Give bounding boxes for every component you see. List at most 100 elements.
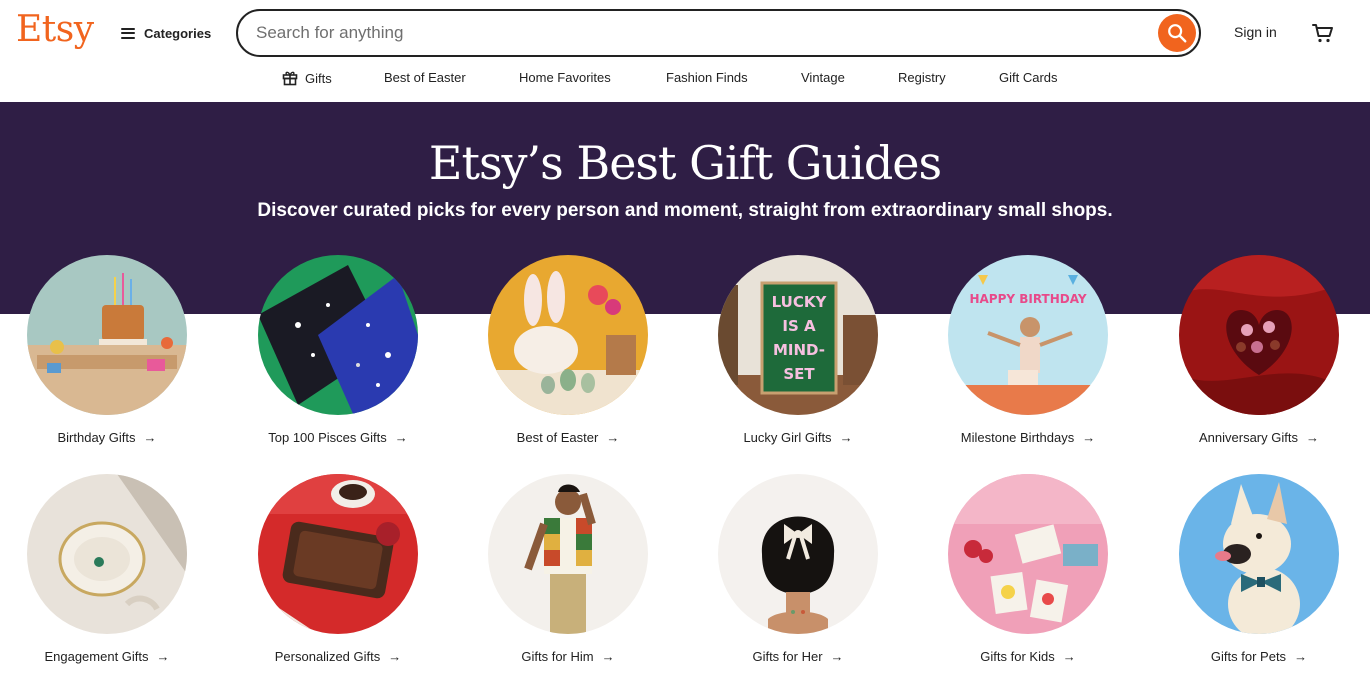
guide-image-easter[interactable] [488, 255, 648, 415]
search-icon [1168, 24, 1187, 43]
guide-link-engagement[interactable]: Engagement Gifts → [7, 649, 207, 664]
guide-label: Personalized Gifts [274, 649, 381, 664]
pisces-scarves-image [258, 255, 418, 415]
guide-link-personalized[interactable]: Personalized Gifts → [238, 649, 438, 664]
site-header: Etsy Categories Sign in Gifts B [0, 0, 1370, 102]
guide-label: Birthday Gifts [57, 430, 136, 445]
arrow-right-icon: → [1082, 430, 1096, 445]
gift-icon [282, 71, 298, 86]
guide-label: Anniversary Gifts [1199, 430, 1298, 445]
guide-link-anniversary[interactable]: Anniversary Gifts → [1159, 430, 1359, 445]
svg-text:SET: SET [783, 365, 815, 383]
guide-link-pets[interactable]: Gifts for Pets → [1159, 649, 1359, 664]
arrow-right-icon: → [830, 649, 844, 664]
menu-icon [121, 27, 135, 39]
guide-card-anniversary: Anniversary Gifts → [1159, 255, 1359, 455]
arrow-right-icon: → [388, 649, 402, 664]
guide-image-milestone[interactable]: HAPPY BIRTHDAY [948, 255, 1108, 415]
anniversary-chocolates-image [1179, 255, 1339, 415]
guide-label: Gifts for Her [752, 649, 823, 664]
guide-label: Lucky Girl Gifts [743, 430, 832, 445]
guide-card-milestone: HAPPY BIRTHDAY Milestone Birthdays → [928, 255, 1128, 455]
search-button[interactable] [1158, 14, 1196, 52]
search-input[interactable] [256, 21, 1136, 45]
guide-link-him[interactable]: Gifts for Him → [468, 649, 668, 664]
guide-card-personalized: Personalized Gifts → [238, 474, 438, 674]
subnav-item-vintage[interactable]: Vintage [801, 70, 845, 85]
guide-card-engagement: Engagement Gifts → [7, 474, 207, 674]
guide-label: Gifts for Kids [980, 649, 1055, 664]
guide-image-lucky-girl[interactable]: LUCKY IS A MIND- SET [718, 255, 878, 415]
guide-image-engagement[interactable] [27, 474, 187, 634]
svg-text:MIND-: MIND- [773, 341, 825, 359]
guide-card-easter: Best of Easter → [468, 255, 668, 455]
subnav-label: Gifts [305, 70, 332, 86]
arrow-right-icon: → [1294, 649, 1308, 664]
guide-link-kids[interactable]: Gifts for Kids → [928, 649, 1128, 664]
hero-subtitle: Discover curated picks for every person … [257, 200, 1113, 221]
subnav-item-registry[interactable]: Registry [898, 70, 946, 85]
subnav-item-gifts[interactable]: Gifts [282, 70, 332, 86]
kids-cards-image [948, 474, 1108, 634]
engagement-dish-image [27, 474, 187, 634]
guide-image-kids[interactable] [948, 474, 1108, 634]
guide-label: Milestone Birthdays [960, 430, 1075, 445]
guide-image-her[interactable] [718, 474, 878, 634]
arrow-right-icon: → [143, 430, 157, 445]
arrow-right-icon: → [601, 649, 615, 664]
guide-image-pisces[interactable] [258, 255, 418, 415]
svg-text:LUCKY: LUCKY [772, 293, 828, 311]
arrow-right-icon: → [394, 430, 408, 445]
easter-decor-image [488, 255, 648, 415]
guide-card-him: Gifts for Him → [468, 474, 668, 674]
guide-link-birthday[interactable]: Birthday Gifts → [7, 430, 207, 445]
guide-label: Gifts for Him [521, 649, 594, 664]
arrow-right-icon: → [1062, 649, 1076, 664]
milestone-party-image: HAPPY BIRTHDAY [948, 255, 1108, 415]
guide-card-pets: Gifts for Pets → [1159, 474, 1359, 674]
cart-icon[interactable] [1311, 21, 1335, 45]
lucky-poster-image: LUCKY IS A MIND- SET [718, 255, 878, 415]
hair-bow-image [718, 474, 878, 634]
hero-title: Etsy’s Best Gift Guides [428, 136, 942, 190]
guide-label: Top 100 Pisces Gifts [268, 430, 387, 445]
birthday-cake-image [27, 255, 187, 415]
dog-with-bowtie-image [1179, 474, 1339, 634]
guide-link-her[interactable]: Gifts for Her → [698, 649, 898, 664]
arrow-right-icon: → [839, 430, 853, 445]
guide-image-anniversary[interactable] [1179, 255, 1339, 415]
svg-text:HAPPY BIRTHDAY: HAPPY BIRTHDAY [969, 292, 1086, 306]
subnav-item-gift-cards[interactable]: Gift Cards [999, 70, 1058, 85]
guide-card-birthday: Birthday Gifts → [7, 255, 207, 455]
guide-card-kids: Gifts for Kids → [928, 474, 1128, 674]
guide-label: Gifts for Pets [1210, 649, 1287, 664]
arrow-right-icon: → [606, 430, 620, 445]
etsy-logo[interactable]: Etsy [16, 9, 94, 50]
guide-image-personalized[interactable] [258, 474, 418, 634]
categories-button[interactable]: Categories [121, 22, 211, 44]
guide-link-lucky-girl[interactable]: Lucky Girl Gifts → [698, 430, 898, 445]
arrow-right-icon: → [1305, 430, 1319, 445]
subnav-item-fashion-finds[interactable]: Fashion Finds [666, 70, 748, 85]
guide-image-birthday[interactable] [27, 255, 187, 415]
guide-card-pisces: Top 100 Pisces Gifts → [238, 255, 438, 455]
subnav-item-best-of-easter[interactable]: Best of Easter [384, 70, 466, 85]
arrow-right-icon: → [156, 649, 170, 664]
guide-image-pets[interactable] [1179, 474, 1339, 634]
svg-text:IS A: IS A [782, 317, 816, 335]
sign-in-link[interactable]: Sign in [1234, 24, 1277, 40]
guide-label: Best of Easter [516, 430, 599, 445]
categories-label: Categories [144, 25, 212, 41]
guide-link-pisces[interactable]: Top 100 Pisces Gifts → [238, 430, 438, 445]
guide-link-easter[interactable]: Best of Easter → [468, 430, 668, 445]
guide-label: Engagement Gifts [44, 649, 149, 664]
subnav-item-home-favorites[interactable]: Home Favorites [519, 70, 611, 85]
guide-image-him[interactable] [488, 474, 648, 634]
search-bar [236, 9, 1201, 57]
guide-card-lucky-girl: LUCKY IS A MIND- SET Lucky Girl Gifts → [698, 255, 898, 455]
guide-link-milestone[interactable]: Milestone Birthdays → [928, 430, 1128, 445]
personalized-tray-image [258, 474, 418, 634]
subnav: Gifts Best of Easter Home Favorites Fash… [0, 68, 1370, 90]
guide-card-her: Gifts for Her → [698, 474, 898, 674]
man-in-crochet-vest-image [488, 474, 648, 634]
